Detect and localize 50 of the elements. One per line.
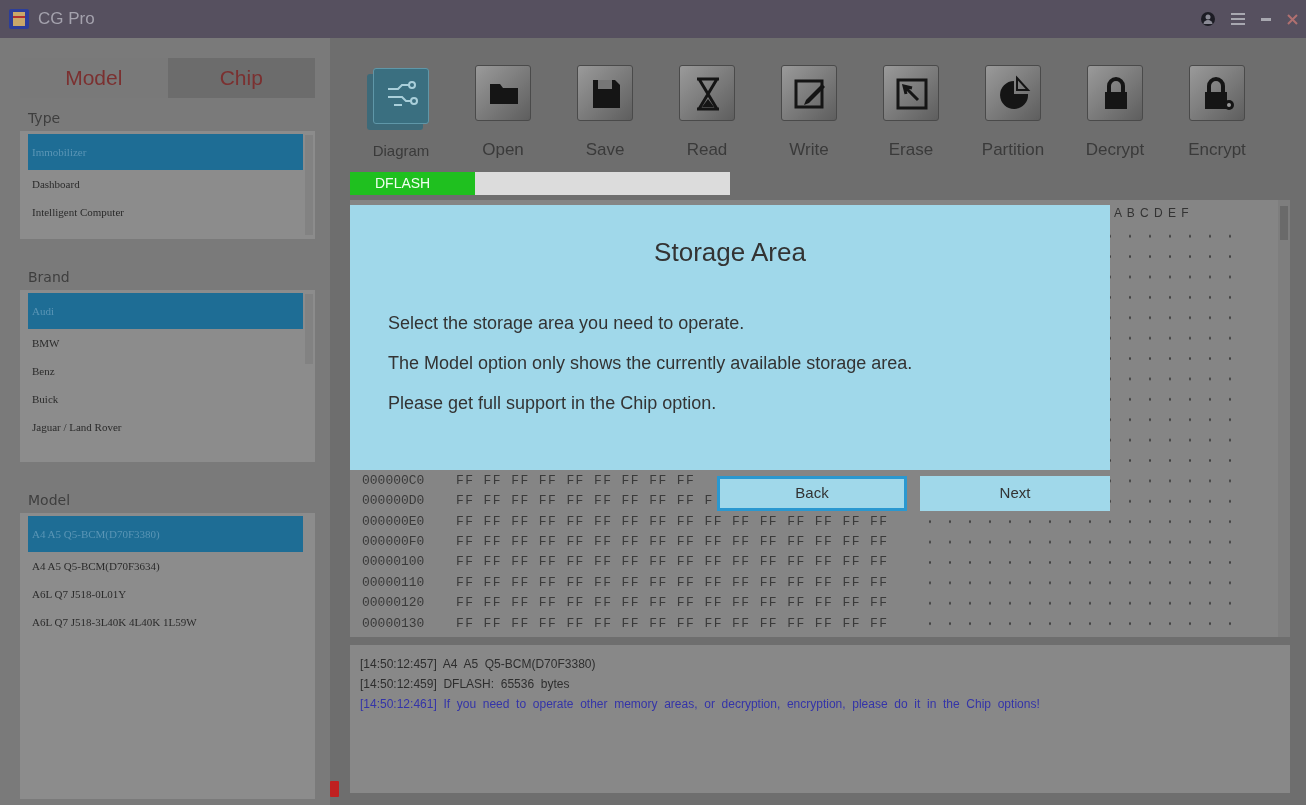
section-label: Type bbox=[28, 109, 62, 128]
list-item[interactable]: Buick bbox=[28, 385, 303, 413]
log-line: [14:50:12:461] If you need to operate other memory areas, or decryption, encryption, please do it in the Chip options! bbox=[360, 696, 1041, 713]
hex-bytes: FF FF FF FF FF FF FF FF FF FF FF FF FF FF FF FF bbox=[456, 573, 889, 592]
offset-cell-text: 00000100 bbox=[362, 553, 426, 572]
window-title: CG Pro bbox=[38, 8, 95, 31]
log-line: [14:50:12:457] A4 A5 Q5-BCM(D70F3380) bbox=[360, 656, 597, 673]
dialog-button[interactable]: Back bbox=[717, 476, 907, 511]
list-item[interactable]: BMW bbox=[28, 329, 303, 357]
hex-bytes: FF FF FF FF FF FF FF FF FF FF FF FF FF FF FF FF bbox=[456, 594, 889, 613]
menu-icon[interactable] bbox=[1231, 13, 1245, 25]
offset-cell-text: 00000110 bbox=[362, 573, 426, 592]
hex-bytes: FF FF FF FF FF FF FF FF FF F bbox=[456, 492, 714, 511]
hex-bytes: FF FF FF FF FF FF FF FF FF bbox=[456, 471, 696, 490]
offset-cell-text: 000000D0 bbox=[362, 492, 426, 511]
dialog-text: Please get full support in the Chip option. bbox=[388, 392, 718, 415]
offset-cell-text: 000000F0 bbox=[362, 532, 426, 551]
list-item[interactable]: Benz bbox=[28, 357, 303, 385]
dialog-button[interactable]: Next bbox=[920, 476, 1110, 511]
close-icon[interactable] bbox=[1287, 13, 1298, 25]
list-item[interactable]: A6L Q7 J518-0L01Y bbox=[28, 580, 303, 608]
list-item[interactable]: Dashboard bbox=[28, 170, 303, 198]
offset-cell-text: 00000120 bbox=[362, 594, 426, 613]
list-item[interactable]: A6L Q7 J518-3L40K 4L40K 1L59W bbox=[28, 608, 303, 636]
dialog-text: Select the storage area you need to operate. bbox=[388, 312, 746, 335]
list-item[interactable]: Audi bbox=[28, 293, 303, 329]
indicator-icon bbox=[330, 781, 339, 797]
dialog-title: Storage Area bbox=[653, 236, 807, 269]
minimize-icon[interactable] bbox=[1261, 17, 1271, 21]
mode-tab[interactable]: Chip bbox=[167, 58, 315, 98]
offset-cell-text: 000000C0 bbox=[362, 471, 426, 490]
section-label: Model bbox=[28, 491, 72, 510]
hex-bytes: FF FF FF FF FF FF FF FF FF FF FF FF FF FF FF FF bbox=[456, 614, 889, 633]
hex-bytes: FF FF FF FF FF FF FF FF FF FF FF FF FF FF FF FF bbox=[456, 553, 889, 572]
section-label: Brand bbox=[28, 268, 71, 287]
offset-cell-text: 00000130 bbox=[362, 614, 426, 633]
list-item[interactable]: Jaguar / Land Rover bbox=[28, 413, 303, 441]
app-icon bbox=[8, 8, 30, 30]
storage-area-label: DFLASH bbox=[350, 172, 475, 195]
list-item[interactable]: A4 A5 Q5-BCM(D70F3380) bbox=[28, 516, 303, 552]
list-item[interactable]: Immobilizer bbox=[28, 134, 303, 170]
ascii-header: A B C D E F bbox=[1114, 205, 1189, 222]
log-line: [14:50:12:459] DFLASH: 65536 bytes bbox=[360, 676, 571, 693]
dialog-text: The Model option only shows the currently available storage area. bbox=[388, 352, 914, 375]
list-item[interactable]: Intelligent Computer bbox=[28, 198, 303, 226]
hex-bytes: FF FF FF FF FF FF FF FF FF FF FF FF FF FF FF FF bbox=[456, 532, 889, 551]
user-icon[interactable] bbox=[1201, 12, 1215, 26]
hex-bytes: FF FF FF FF FF FF FF FF FF FF FF FF FF FF FF FF bbox=[456, 512, 889, 531]
list-item[interactable]: A4 A5 Q5-BCM(D70F3634) bbox=[28, 552, 303, 580]
offset-cell-text: 000000E0 bbox=[362, 512, 426, 531]
